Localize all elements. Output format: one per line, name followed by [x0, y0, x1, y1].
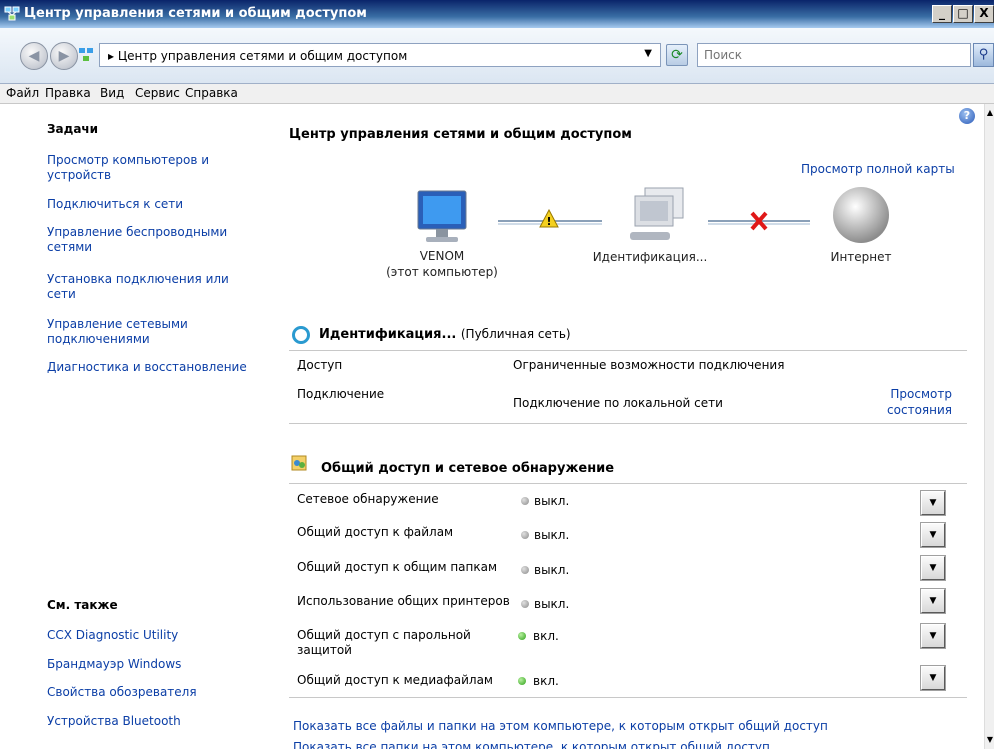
- internet-label: Интернет: [830, 250, 892, 264]
- sidebar-link-ccx[interactable]: CCX Diagnostic Utility: [47, 628, 247, 643]
- warning-icon[interactable]: !: [539, 208, 559, 228]
- computer-sub: (этот компьютер): [386, 265, 498, 279]
- network-status-icon: [292, 326, 310, 344]
- vertical-scrollbar[interactable]: ▲ ▼: [984, 104, 994, 749]
- divider: [289, 350, 967, 351]
- sidebar-link-internet-options[interactable]: Свойства обозревателя: [47, 685, 247, 700]
- expand-button[interactable]: ▼: [921, 523, 945, 547]
- show-shared-files-link[interactable]: Показать все файлы и папки на этом компь…: [293, 719, 828, 733]
- chevron-down-icon: ▼: [929, 563, 937, 573]
- globe-icon[interactable]: [833, 187, 889, 243]
- chevron-down-icon: ▼: [929, 530, 937, 540]
- sharing-row-state: выкл.: [534, 597, 570, 611]
- expand-button[interactable]: ▼: [921, 556, 945, 580]
- sharing-row-state: выкл.: [534, 494, 570, 508]
- computer-icon[interactable]: [417, 190, 467, 242]
- see-also-heading: См. также: [47, 598, 118, 612]
- status-on-icon: [518, 677, 526, 685]
- sidebar-link-bluetooth[interactable]: Устройства Bluetooth: [47, 714, 247, 729]
- sharing-row-label: Общий доступ к файлам: [297, 525, 454, 539]
- sharing-row-state: выкл.: [534, 563, 570, 577]
- sharing-row-label: Общий доступ к медиафайлам: [297, 673, 493, 687]
- sharing-row-state: выкл.: [534, 528, 570, 542]
- network-section-heading: Идентификация... (Публичная сеть): [319, 327, 571, 342]
- chevron-down-icon: ▼: [929, 631, 937, 641]
- sharing-row-label: Общий доступ с парольной: [297, 628, 471, 642]
- network-type: (Публичная сеть): [460, 327, 571, 341]
- sharing-icon: [291, 455, 307, 471]
- sharing-row-label-line2: защитой: [297, 643, 352, 657]
- sharing-row-label: Сетевое обнаружение: [297, 492, 439, 506]
- status-on-icon: [518, 632, 526, 640]
- computer-name: VENOM: [419, 249, 465, 263]
- divider: [289, 697, 967, 698]
- status-off-icon: [521, 531, 529, 539]
- view-status-link-line1[interactable]: Просмотр: [880, 387, 952, 401]
- scroll-up-icon[interactable]: ▲: [985, 108, 994, 118]
- expand-button[interactable]: ▼: [921, 589, 945, 613]
- expand-button[interactable]: ▼: [921, 666, 945, 690]
- status-off-icon: [521, 600, 529, 608]
- connection-value: Подключение по локальной сети: [513, 396, 723, 410]
- sidebar-link-manage-connections[interactable]: Управление сетевыми подключениями: [47, 317, 247, 347]
- connection-label: Подключение: [297, 387, 385, 401]
- chevron-down-icon: ▼: [929, 498, 937, 508]
- divider: [289, 483, 967, 484]
- status-off-icon: [521, 497, 529, 505]
- access-value: Ограниченные возможности подключения: [513, 358, 785, 372]
- status-off-icon: [521, 566, 529, 574]
- svg-text:!: !: [546, 215, 551, 228]
- sharing-row-state: вкл.: [533, 674, 559, 688]
- sharing-row-state: вкл.: [533, 629, 559, 643]
- network-icon[interactable]: [630, 187, 684, 240]
- network-name: Идентификация...: [592, 250, 708, 264]
- sharing-row-label: Общий доступ к общим папкам: [297, 560, 498, 574]
- access-label: Доступ: [297, 358, 343, 372]
- sharing-heading: Общий доступ и сетевое обнаружение: [321, 461, 615, 476]
- show-shared-folders-link[interactable]: Показать все папки на этом компьютере, к…: [293, 740, 770, 749]
- chevron-down-icon: ▼: [929, 596, 937, 606]
- scroll-down-icon[interactable]: ▼: [985, 735, 994, 745]
- chevron-down-icon: ▼: [929, 673, 937, 683]
- expand-button[interactable]: ▼: [921, 624, 945, 648]
- divider: [289, 423, 967, 424]
- view-status-link-line2[interactable]: состояния: [872, 403, 952, 417]
- expand-button[interactable]: ▼: [921, 491, 945, 515]
- sidebar-link-diagnose[interactable]: Диагностика и восстановление: [47, 360, 247, 375]
- sharing-row-label: Использование общих принтеров: [297, 594, 510, 608]
- network-section-name[interactable]: Идентификация...: [319, 327, 456, 342]
- sidebar-link-firewall[interactable]: Брандмауэр Windows: [47, 657, 247, 672]
